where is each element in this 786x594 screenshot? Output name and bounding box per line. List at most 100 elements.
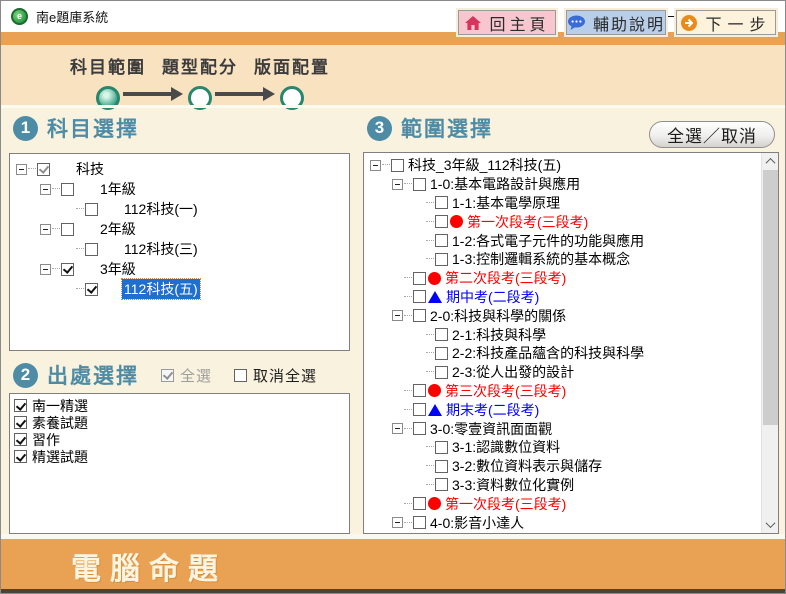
checkbox[interactable] [413, 178, 426, 191]
tree-item[interactable]: 3-2:數位資料表示與儲存 [364, 457, 761, 476]
exam-circle-icon [428, 497, 441, 510]
tree-item[interactable]: 第一次段考(三段考) [364, 212, 761, 231]
checkbox[interactable] [435, 253, 448, 266]
checkbox[interactable] [14, 450, 27, 463]
tree-item-label: 3-2:數位資料表示與儲存 [450, 456, 604, 476]
expand-toggle-icon[interactable] [40, 184, 51, 195]
deselect-all-checkbox[interactable] [234, 369, 247, 382]
checkbox[interactable] [37, 163, 50, 176]
tree-item-label: 2-1:科技與科學 [450, 325, 548, 345]
checkbox[interactable] [85, 203, 98, 216]
checkbox[interactable] [435, 478, 448, 491]
checkbox[interactable] [435, 441, 448, 454]
tree-item[interactable]: 1-2:各式電子元件的功能與應用 [364, 231, 761, 250]
tree-item[interactable]: 112科技(五) [10, 279, 349, 299]
toggle-all-button[interactable]: 全選／取消 [649, 121, 775, 148]
chevron-down-icon [766, 518, 776, 528]
expand-toggle-icon[interactable] [370, 160, 381, 171]
tree-item[interactable]: 1年級 [10, 179, 349, 199]
tree-connector [404, 390, 412, 392]
window-title: 南e題庫系統 [36, 7, 108, 26]
checkbox[interactable] [413, 516, 426, 529]
scrollbar-up-button[interactable] [762, 153, 779, 170]
checkbox[interactable] [14, 416, 27, 429]
source-list-item[interactable]: 南一精選 [10, 397, 349, 414]
checkbox[interactable] [413, 272, 426, 285]
scrollbar-down-button[interactable] [762, 516, 779, 533]
checkbox[interactable] [61, 223, 74, 236]
checkbox[interactable] [85, 243, 98, 256]
checkbox[interactable] [413, 290, 426, 303]
source-list-item[interactable]: 素養試題 [10, 414, 349, 431]
expand-toggle-icon[interactable] [40, 224, 51, 235]
checkbox[interactable] [14, 433, 27, 446]
tree-connector [414, 348, 425, 359]
tree-item[interactable]: 1-1:基本電學原理 [364, 194, 761, 213]
tree-item[interactable]: 第一次段考(三段考) [364, 494, 761, 513]
section-number-badge: 2 [13, 363, 38, 388]
checkbox[interactable] [14, 399, 27, 412]
expand-toggle-icon[interactable] [40, 264, 51, 275]
expand-toggle-icon[interactable] [392, 423, 403, 434]
expand-toggle-icon[interactable] [392, 179, 403, 190]
checkbox[interactable] [391, 159, 404, 172]
source-list-item[interactable]: 精選試題 [10, 448, 349, 465]
tree-connector [426, 465, 434, 467]
deselect-all-sources[interactable]: 取消全選 [234, 365, 317, 386]
tree-item[interactable]: 期末考(二段考) [364, 400, 761, 419]
tree-item-label: 1-1:基本電學原理 [450, 193, 562, 213]
tree-item[interactable]: 期中考(二段考) [364, 288, 761, 307]
vertical-scrollbar[interactable] [761, 153, 778, 533]
tree-item[interactable]: 第三次段考(三段考) [364, 382, 761, 401]
checkbox[interactable] [413, 403, 426, 416]
checkbox[interactable] [435, 215, 448, 228]
tree-item[interactable]: 第二次段考(三段考) [364, 269, 761, 288]
source-list-item[interactable]: 習作 [10, 431, 349, 448]
tree-item[interactable]: 3年級 [10, 259, 349, 279]
checkbox[interactable] [85, 283, 98, 296]
tree-item-label: 2-0:科技與科學的關係 [428, 306, 568, 326]
checkbox[interactable] [435, 460, 448, 473]
tree-item[interactable]: 1-3:控制邏輯系統的基本概念 [364, 250, 761, 269]
expand-toggle-icon[interactable] [16, 164, 27, 175]
tree-item[interactable]: 4-0:影音小達人 [364, 513, 761, 532]
next-step-button[interactable]: 下一步 [676, 10, 776, 35]
tree-item[interactable]: 2年級 [10, 219, 349, 239]
checkbox[interactable] [435, 328, 448, 341]
tree-item[interactable]: 3-0:零壹資訊面面觀 [364, 419, 761, 438]
checkbox[interactable] [413, 422, 426, 435]
checkbox[interactable] [413, 309, 426, 322]
tree-connector [414, 442, 425, 453]
tree-item-label: 3-0:零壹資訊面面觀 [428, 419, 554, 439]
select-all-checkbox[interactable] [161, 369, 174, 382]
tree-item[interactable]: 1-0:基本電路設計與應用 [364, 175, 761, 194]
checkbox[interactable] [435, 347, 448, 360]
exam-triangle-icon [428, 291, 442, 303]
scrollbar-thumb[interactable] [763, 170, 778, 425]
checkbox[interactable] [413, 497, 426, 510]
checkbox[interactable] [61, 183, 74, 196]
select-all-sources[interactable]: 全選 [161, 365, 212, 386]
checkbox[interactable] [435, 366, 448, 379]
tree-item[interactable]: 3-3:資料數位化實例 [364, 476, 761, 495]
expand-toggle-icon[interactable] [392, 517, 403, 528]
tree-item[interactable]: 科技_3年級_112科技(五) [364, 156, 761, 175]
tree-item[interactable]: 2-0:科技與科學的關係 [364, 306, 761, 325]
tree-item[interactable]: 3-1:認識數位資料 [364, 438, 761, 457]
checkbox[interactable] [435, 196, 448, 209]
section-number-badge: 3 [367, 116, 392, 141]
tree-item[interactable]: 2-2:科技產品蘊含的科技與科學 [364, 344, 761, 363]
expand-toggle-icon[interactable] [392, 310, 403, 321]
step-subject-range: 科目範圍 [66, 53, 150, 110]
checkbox[interactable] [435, 234, 448, 247]
help-button[interactable]: 輔助說明 [566, 10, 666, 35]
checkbox[interactable] [413, 384, 426, 397]
tree-item[interactable]: 112科技(三) [10, 239, 349, 259]
tree-item-label: 2年級 [98, 219, 138, 239]
tree-item[interactable]: 2-3:從人出發的設計 [364, 363, 761, 382]
home-button[interactable]: 回主頁 [458, 10, 556, 35]
tree-item[interactable]: 2-1:科技與科學 [364, 325, 761, 344]
tree-item[interactable]: 科技 [10, 159, 349, 179]
checkbox[interactable] [61, 263, 74, 276]
tree-item[interactable]: 112科技(一) [10, 199, 349, 219]
